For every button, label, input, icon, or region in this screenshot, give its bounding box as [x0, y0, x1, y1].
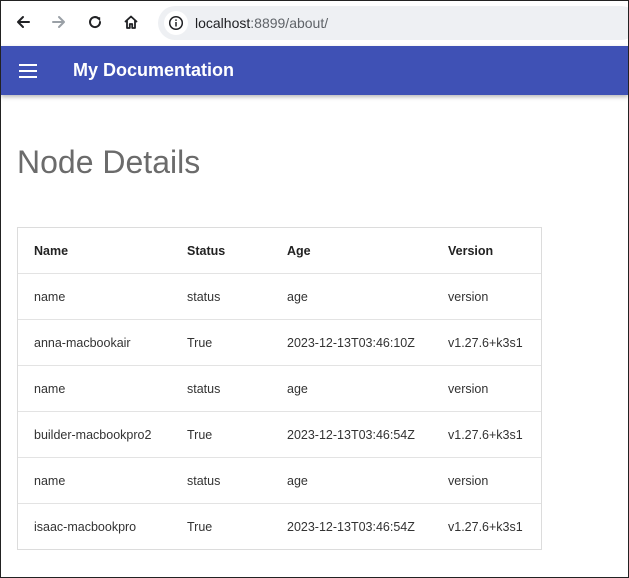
cell-age: age	[271, 273, 432, 320]
menu-icon	[19, 64, 37, 66]
arrow-left-icon	[17, 16, 30, 28]
cell-status: True	[171, 319, 271, 366]
table-row: builder-macbookpro2 True 2023-12-13T03:4…	[18, 411, 541, 458]
url-text[interactable]: localhost:8899/about/	[195, 15, 328, 31]
cell-name: name	[18, 457, 171, 504]
cell-age: 2023-12-13T03:46:54Z	[271, 411, 432, 458]
home-button[interactable]	[118, 9, 144, 35]
node-table: Name Status Age Version name status age …	[17, 227, 542, 550]
cell-age: age	[271, 365, 432, 412]
column-header-status: Status	[171, 228, 271, 274]
cell-version: v1.27.6+k3s1	[432, 411, 541, 458]
menu-button[interactable]	[18, 60, 40, 82]
table-row: isaac-macbookpro True 2023-12-13T03:46:5…	[18, 504, 541, 550]
back-button[interactable]	[10, 9, 36, 35]
menu-icon	[19, 70, 37, 72]
home-icon	[124, 15, 138, 29]
browser-window: localhost:8899/about/ My Documentation N…	[0, 0, 629, 578]
column-header-age: Age	[271, 228, 432, 274]
table-row: name status age version	[18, 273, 541, 320]
forward-button[interactable]	[46, 9, 72, 35]
cell-name: anna-macbookair	[18, 319, 171, 366]
column-header-name: Name	[18, 228, 171, 274]
cell-age: 2023-12-13T03:46:54Z	[287, 519, 415, 534]
site-info-icon[interactable]	[164, 11, 188, 35]
address-bar[interactable]: localhost:8899/about/	[158, 6, 628, 40]
url-path: :8899/about/	[250, 15, 329, 31]
cell-version: v1.27.6+k3s1	[432, 319, 541, 366]
page-title: Node Details	[17, 144, 201, 180]
cell-status: status	[171, 457, 271, 504]
cell-status: True	[187, 519, 213, 534]
reload-icon	[89, 16, 102, 29]
browser-toolbar: localhost:8899/about/	[1, 1, 628, 45]
cell-name: isaac-macbookpro	[34, 519, 137, 534]
url-host: localhost	[195, 15, 251, 31]
reload-button[interactable]	[82, 9, 108, 35]
app-header: My Documentation	[1, 46, 628, 95]
cell-version: version	[432, 457, 541, 504]
cell-name: builder-macbookpro2	[18, 411, 171, 458]
menu-icon	[19, 76, 37, 78]
cell-status: True	[171, 411, 271, 458]
table-header-row: Name Status Age Version	[18, 228, 541, 274]
cell-version: version	[432, 365, 541, 412]
cell-name: name	[18, 273, 171, 320]
column-header-version: Version	[432, 228, 541, 274]
cell-age: 2023-12-13T03:46:10Z	[271, 319, 432, 366]
table-row: anna-macbookair True 2023-12-13T03:46:10…	[18, 319, 541, 366]
table-row: name status age version	[18, 365, 541, 412]
cell-status: status	[171, 273, 271, 320]
cell-version: v1.27.6+k3s1	[448, 519, 523, 534]
arrow-right-icon	[52, 16, 65, 28]
cell-age: age	[271, 457, 432, 504]
table-row: name status age version	[18, 457, 541, 504]
cell-status: status	[171, 365, 271, 412]
cell-version: version	[432, 273, 541, 320]
cell-name: name	[18, 365, 171, 412]
site-title[interactable]: My Documentation	[73, 60, 234, 81]
